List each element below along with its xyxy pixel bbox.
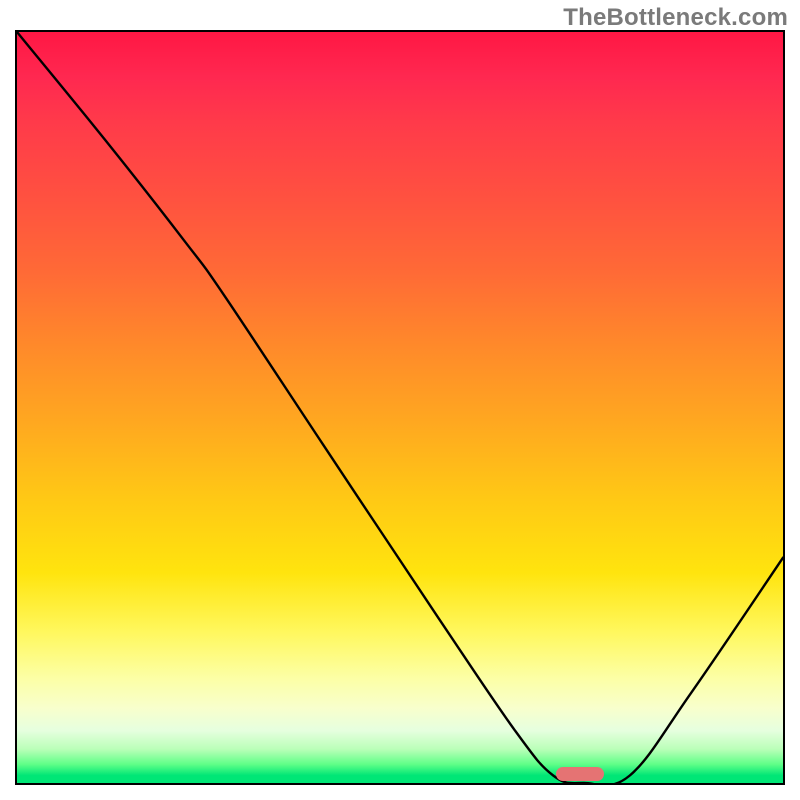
watermark-text: TheBottleneck.com [563, 4, 788, 32]
optimal-range-marker [556, 767, 604, 781]
chart-frame [15, 30, 785, 785]
gradient-background [17, 32, 783, 783]
